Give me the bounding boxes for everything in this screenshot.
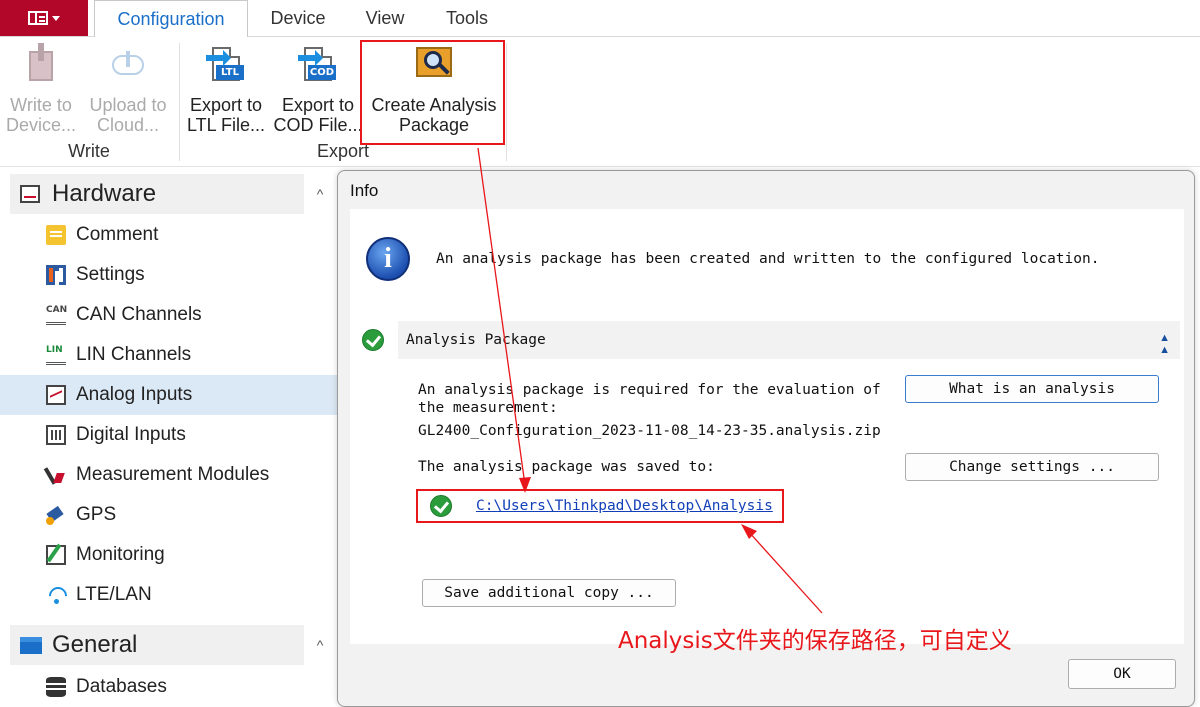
cod-file-icon: COD [298, 45, 338, 85]
sidebar-item-analog-inputs[interactable]: Analog Inputs [0, 375, 338, 415]
section-general[interactable]: General [10, 625, 304, 665]
database-icon [46, 677, 66, 697]
section-hardware[interactable]: Hardware [10, 174, 304, 214]
can-bus-icon: CAN [46, 305, 67, 325]
app-menu-button[interactable] [0, 0, 88, 36]
collapse-hardware-button[interactable]: ^ [310, 174, 330, 214]
section-hardware-title: Hardware [52, 180, 157, 207]
measurement-module-icon [46, 465, 66, 485]
sidebar-item-comment[interactable]: Comment [0, 215, 338, 255]
sidebar-item-gps[interactable]: GPS [0, 495, 338, 535]
tab-device[interactable]: Device [252, 0, 344, 37]
write-to-device-label: Write to Device... [5, 95, 77, 135]
annotation-text: Analysis文件夹的保存路径，可自定义 [618, 628, 1012, 654]
folder-icon [20, 634, 42, 656]
write-device-icon [21, 43, 61, 85]
tab-view[interactable]: View [348, 0, 422, 37]
sidebar-item-settings[interactable]: Settings [0, 255, 338, 295]
analysis-package-section-header[interactable]: Analysis Package ▲ ▲ [398, 321, 1180, 359]
what-is-analysis-button[interactable]: What is an analysis [905, 375, 1159, 403]
sidebar-item-digital-inputs[interactable]: Digital Inputs [0, 415, 338, 455]
sidebar-item-lte-lan[interactable]: LTE/LAN [0, 575, 338, 615]
ltl-file-icon: LTL [206, 45, 246, 85]
info-message: An analysis package has been created and… [436, 251, 1100, 267]
collapse-general-button[interactable]: ^ [310, 625, 330, 665]
success-check-icon [362, 329, 384, 351]
write-to-device-button[interactable]: Write to Device... [0, 37, 82, 141]
upload-to-cloud-label: Upload to Cloud... [89, 95, 167, 135]
ok-button[interactable]: OK [1068, 659, 1176, 689]
app-menu-icon [28, 11, 48, 25]
ribbon-tab-strip: Configuration Device View Tools [0, 0, 1200, 38]
caret-down-icon [52, 15, 60, 21]
upload-to-cloud-button[interactable]: Upload to Cloud... [82, 37, 174, 141]
sidebar-item-label: Analog Inputs [76, 384, 193, 405]
sidebar-item-label: Measurement Modules [76, 464, 270, 485]
sidebar-item-can-channels[interactable]: CAN CAN Channels [0, 295, 338, 335]
sidebar-item-measurement-modules[interactable]: Measurement Modules [0, 455, 338, 495]
lin-bus-icon: LIN [46, 345, 66, 365]
ribbon-group-separator [506, 43, 507, 161]
saved-path-highlight-box [416, 489, 784, 523]
create-package-highlight-box [360, 40, 505, 145]
digital-input-icon [46, 425, 66, 445]
save-additional-copy-button[interactable]: Save additional copy ... [422, 579, 676, 607]
monitoring-icon [46, 545, 66, 565]
sidebar-item-label: Databases [76, 676, 167, 697]
analog-input-icon [46, 385, 66, 405]
sidebar-item-label: GPS [76, 504, 117, 525]
sidebar-item-label: Settings [76, 264, 145, 285]
collapse-chevron-icon[interactable]: ▲ ▲ [1159, 332, 1170, 356]
satellite-icon [46, 505, 66, 525]
tab-tools[interactable]: Tools [428, 0, 506, 37]
dialog-title: Info [350, 181, 379, 200]
export-cod-button[interactable]: COD Export to COD File... [272, 37, 364, 141]
sidebar-item-label: CAN Channels [76, 304, 202, 325]
hardware-icon [20, 183, 42, 205]
sidebar-item-label: LTE/LAN [76, 584, 152, 605]
sidebar-item-label: Comment [76, 224, 159, 245]
change-settings-button[interactable]: Change settings ... [905, 453, 1159, 481]
sidebar-item-databases[interactable]: Databases [0, 667, 338, 707]
dialog-content-panel: i An analysis package has been created a… [350, 209, 1184, 644]
comment-icon [46, 225, 66, 245]
cloud-upload-icon [108, 45, 148, 85]
settings-icon [46, 265, 66, 285]
info-icon: i [366, 237, 410, 281]
tab-configuration[interactable]: Configuration [94, 0, 248, 38]
sidebar-item-label: Digital Inputs [76, 424, 186, 445]
wifi-icon [46, 585, 66, 605]
sidebar-item-label: LIN Channels [76, 344, 192, 365]
export-ltl-button[interactable]: LTL Export to LTL File... [182, 37, 270, 141]
ribbon-group-separator [179, 43, 180, 161]
package-required-text: An analysis package is required for the … [418, 382, 881, 416]
section-title: Analysis Package [406, 332, 546, 348]
ribbon: Write to Device... Upload to Cloud... LT… [0, 37, 1200, 167]
export-ltl-label: Export to LTL File... [186, 95, 266, 135]
sidebar-item-label: Monitoring [76, 544, 165, 565]
export-cod-label: Export to COD File... [273, 95, 363, 135]
sidebar-item-lin-channels[interactable]: LIN LIN Channels [0, 335, 338, 375]
package-filename: GL2400_Configuration_2023-11-08_14-23-35… [418, 423, 881, 439]
sidebar-item-monitoring[interactable]: Monitoring [0, 535, 338, 575]
sidebar: Hardware ^ Comment Settings CAN CAN Chan… [0, 168, 338, 707]
ribbon-group-write: Write [68, 141, 110, 161]
saved-to-text: The analysis package was saved to: [418, 459, 715, 475]
section-general-title: General [52, 631, 138, 658]
